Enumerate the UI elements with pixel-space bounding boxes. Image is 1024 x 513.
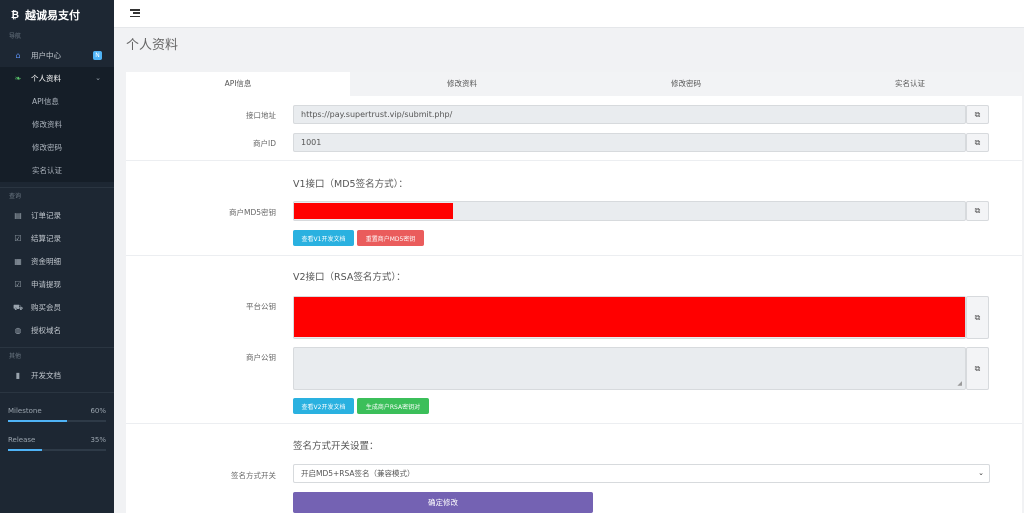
query-section-label: 查询 (9, 193, 22, 200)
chevron-down-icon: ⌄ (978, 469, 984, 477)
calendar-icon: ▦ (14, 257, 22, 266)
divider (0, 392, 114, 393)
v1-docs-button[interactable]: 查看V1开发文档 (293, 230, 354, 246)
sign-switch-label: 签名方式开关 (231, 471, 276, 480)
sign-mode-select[interactable]: 开启MD5+RSA签名（兼容模式） ⌄ (293, 464, 990, 483)
sidebar-item-user-center[interactable]: ⌂ 用户中心 N (0, 44, 114, 67)
v2-docs-button[interactable]: 查看V2开发文档 (293, 398, 354, 414)
progress-value: 35% (90, 436, 106, 444)
sidebar-item-label: 结算记录 (31, 234, 61, 243)
sidebar-item-membership[interactable]: ⛟ 购买会员 (0, 296, 114, 319)
home-icon: ⌂ (15, 51, 21, 60)
progress-value: 60% (90, 407, 106, 415)
copy-icon[interactable]: ⧉ (966, 347, 989, 390)
edit-check-icon: ☑ (14, 280, 22, 289)
redacted-platform-key (294, 297, 965, 337)
generate-rsa-button[interactable]: 生成商户RSA密钥对 (357, 398, 429, 414)
sidebar-subitem-verification[interactable]: 实名认证 (0, 159, 114, 182)
chevron-down-icon: ⌄ (95, 74, 101, 82)
sign-mode-value: 开启MD5+RSA签名（兼容模式） (301, 469, 415, 478)
sidebar-item-label: 用户中心 (31, 51, 61, 60)
reset-md5-button[interactable]: 重置商户MD5密钥 (357, 230, 424, 246)
bitcoin-icon: ₿ (10, 9, 20, 21)
sidebar-item-label: 资金明细 (31, 257, 61, 266)
redacted-md5-key (294, 203, 453, 219)
topbar (114, 0, 1024, 28)
sidebar-item-orders[interactable]: ▤ 订单记录 (0, 204, 114, 227)
merchant-id-label: 商户ID (253, 139, 276, 148)
v1-section-title: V1接口（MD5签名方式）： (293, 179, 408, 190)
sidebar-item-funds[interactable]: ▦ 资金明细 (0, 250, 114, 273)
sidebar-item-label: 个人资料 (31, 74, 61, 83)
divider (126, 160, 1022, 161)
menu-toggle-icon[interactable] (130, 9, 140, 18)
other-section-label: 其他 (9, 353, 22, 360)
submit-button[interactable]: 确定修改 (293, 492, 593, 513)
divider (126, 255, 1022, 256)
sidebar-item-withdraw[interactable]: ☑ 申请提现 (0, 273, 114, 296)
progress-track (8, 449, 106, 451)
progress-track (8, 420, 106, 422)
sidebar-item-label: 订单记录 (31, 211, 61, 220)
divider (0, 187, 114, 188)
sidebar-item-profile[interactable]: ❧ 个人资料 ⌄ (0, 67, 114, 90)
sidebar-item-domains[interactable]: ◍ 授权域名 (0, 319, 114, 342)
brand-name: 越诚易支付 (25, 9, 80, 22)
sign-section-title: 签名方式开关设置： (293, 441, 379, 452)
copy-icon[interactable]: ⧉ (966, 201, 989, 221)
copy-icon[interactable]: ⧉ (966, 105, 989, 124)
progress-label: Release (8, 436, 36, 444)
progress-label: Milestone (8, 407, 42, 415)
sidebar-subitem-api-info[interactable]: API信息 (0, 90, 114, 113)
tab-api-info[interactable]: API信息 (126, 72, 350, 96)
merchant-key-label: 商户公钥 (246, 353, 276, 362)
sidebar-item-settlements[interactable]: ☑ 结算记录 (0, 227, 114, 250)
sidebar-item-label: 购买会员 (31, 303, 61, 312)
page-title: 个人资料 (126, 38, 179, 53)
merchant-id-field[interactable]: 1001 (293, 133, 966, 152)
nav-section-label: 导航 (9, 33, 22, 40)
list-icon: ▤ (14, 211, 22, 220)
cart-icon: ⛟ (12, 302, 24, 312)
checkbox-icon: ☑ (14, 234, 22, 243)
brand[interactable]: ₿ 越诚易支付 (0, 0, 114, 30)
sidebar-item-label: 申请提现 (31, 280, 61, 289)
book-icon: ▮ (15, 371, 21, 380)
progress-fill (8, 449, 43, 451)
new-badge: N (93, 51, 102, 60)
sidebar-item-label: 授权域名 (31, 326, 61, 335)
progress-milestone: Milestone 60% (0, 407, 114, 422)
sidebar-item-dev-docs[interactable]: ▮ 开发文档 (0, 364, 114, 387)
profile-panel: API信息 修改资料 修改密码 实名认证 接口地址 https://pay.su… (126, 72, 1022, 513)
globe-icon: ◍ (14, 326, 22, 335)
copy-icon[interactable]: ⧉ (966, 296, 989, 339)
divider (0, 347, 114, 348)
progress-fill (8, 420, 67, 422)
sidebar-subitem-edit-profile[interactable]: 修改资料 (0, 113, 114, 136)
v2-section-title: V2接口（RSA签名方式）： (293, 272, 406, 283)
merchant-key-field[interactable]: ◢ (293, 347, 966, 390)
platform-key-label: 平台公钥 (246, 302, 276, 311)
tab-verification[interactable]: 实名认证 (798, 72, 1022, 96)
sidebar: ₿ 越诚易支付 导航 ⌂ 用户中心 N ❧ 个人资料 ⌄ API信息 修改资料 … (0, 0, 114, 513)
leaf-icon: ❧ (14, 74, 22, 83)
tab-change-password[interactable]: 修改密码 (574, 72, 798, 96)
divider (126, 423, 1022, 424)
profile-submenu: API信息 修改资料 修改密码 实名认证 (0, 90, 114, 182)
sidebar-item-label: 开发文档 (31, 371, 61, 380)
progress-release: Release 35% (0, 436, 114, 451)
resize-grip-icon[interactable]: ◢ (957, 380, 962, 387)
tab-bar: API信息 修改资料 修改密码 实名认证 (126, 72, 1022, 96)
sidebar-subitem-change-password[interactable]: 修改密码 (0, 136, 114, 159)
endpoint-label: 接口地址 (246, 111, 276, 120)
copy-icon[interactable]: ⧉ (966, 133, 989, 152)
tab-edit-profile[interactable]: 修改资料 (350, 72, 574, 96)
endpoint-field[interactable]: https://pay.supertrust.vip/submit.php/ (293, 105, 966, 124)
md5-key-label: 商户MD5密钥 (228, 208, 276, 217)
